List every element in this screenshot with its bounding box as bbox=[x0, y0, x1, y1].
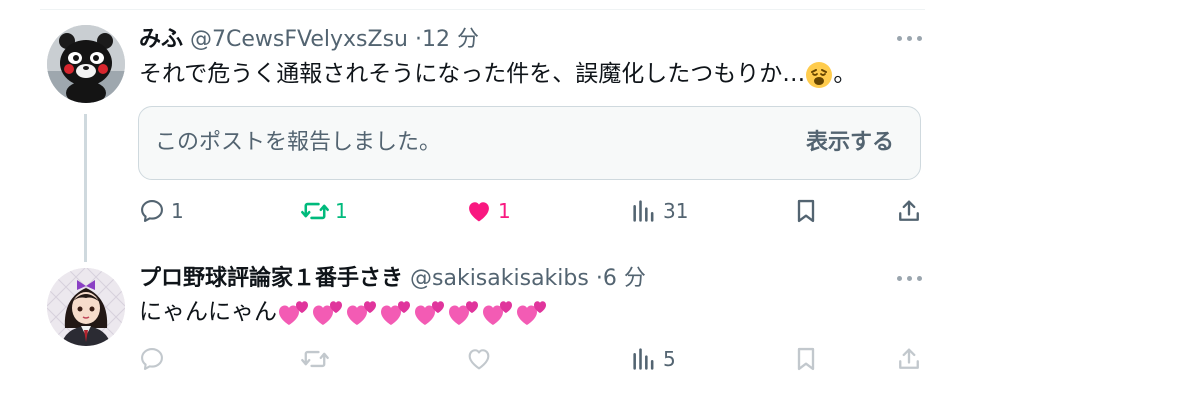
two-hearts-emoji-icon bbox=[517, 300, 546, 325]
view-count: 31 bbox=[663, 199, 689, 223]
post-text: にゃんにゃん bbox=[139, 295, 549, 329]
views-button[interactable]: 5 bbox=[630, 344, 676, 374]
share-button[interactable] bbox=[895, 196, 923, 226]
avatar[interactable] bbox=[47, 25, 125, 103]
like-count: 1 bbox=[498, 199, 511, 223]
share-icon bbox=[899, 200, 919, 221]
post-header: みふ @7CewsFVelyxsZsu ·12 分 bbox=[139, 25, 479, 55]
post-time[interactable]: 6 分 bbox=[603, 266, 646, 291]
views-button[interactable]: 31 bbox=[630, 196, 688, 226]
reply-icon bbox=[141, 348, 163, 370]
two-hearts-emoji-icon bbox=[279, 300, 308, 325]
repost-button[interactable]: 1 bbox=[300, 196, 348, 226]
post-text-body: それで危うく通報されそうになった件を、誤魔化したつもりか… bbox=[139, 61, 806, 87]
separator-dot: · bbox=[595, 266, 603, 291]
view-count: 5 bbox=[663, 347, 676, 371]
share-icon bbox=[899, 348, 919, 369]
like-button[interactable] bbox=[465, 344, 493, 374]
user-handle[interactable]: @7CewsFVelyxsZsu bbox=[190, 27, 408, 52]
display-name[interactable]: プロ野球評論家１番手さき bbox=[139, 266, 403, 291]
two-hearts-emoji-icon bbox=[415, 300, 444, 325]
more-icon[interactable] bbox=[895, 28, 925, 48]
top-divider bbox=[40, 0, 925, 10]
two-hearts-emoji-row bbox=[277, 299, 549, 325]
post-text: それで危うく通報されそうになった件を、誤魔化したつもりか… 。 bbox=[139, 57, 856, 91]
repost-icon bbox=[301, 350, 329, 368]
post-time[interactable]: 12 分 bbox=[422, 27, 479, 52]
separator-dot: · bbox=[415, 27, 422, 52]
two-hearts-emoji-icon bbox=[381, 300, 410, 325]
share-button[interactable] bbox=[895, 344, 923, 374]
weary-face-emoji-icon bbox=[806, 61, 833, 88]
like-button[interactable]: 1 bbox=[465, 196, 511, 226]
bookmark-icon bbox=[797, 347, 815, 371]
post-text-end: 。 bbox=[833, 61, 857, 87]
like-icon bbox=[468, 349, 490, 370]
views-icon bbox=[633, 200, 654, 222]
avatar[interactable] bbox=[47, 268, 125, 346]
reported-post-notice: このポストを報告しました。 表示する bbox=[138, 106, 921, 180]
avatar-bear-image bbox=[47, 25, 125, 103]
reply-button[interactable]: 1 bbox=[138, 196, 184, 226]
reported-notice-text: このポストを報告しました。 bbox=[155, 130, 442, 155]
bookmark-button[interactable] bbox=[792, 344, 820, 374]
bookmark-button[interactable] bbox=[792, 196, 820, 226]
user-handle[interactable]: @sakisakisakibs bbox=[410, 266, 589, 291]
more-icon[interactable] bbox=[895, 268, 925, 288]
post-text-body: にゃんにゃん bbox=[139, 299, 277, 325]
two-hearts-emoji-icon bbox=[483, 300, 512, 325]
thread-connector-line bbox=[84, 114, 87, 262]
reply-button[interactable] bbox=[138, 344, 166, 374]
repost-icon bbox=[301, 202, 329, 220]
avatar-girl-image bbox=[47, 268, 125, 346]
two-hearts-emoji-icon bbox=[449, 300, 478, 325]
bookmark-icon bbox=[797, 199, 815, 223]
reply-icon bbox=[141, 200, 163, 222]
display-name[interactable]: みふ bbox=[139, 27, 183, 52]
repost-button[interactable] bbox=[300, 344, 330, 374]
post-header: プロ野球評論家１番手さき @sakisakisakibs ·6 分 bbox=[139, 264, 646, 294]
two-hearts-emoji-icon bbox=[313, 300, 342, 325]
repost-count: 1 bbox=[335, 199, 348, 223]
show-post-button[interactable]: 表示する bbox=[806, 127, 894, 159]
two-hearts-emoji-icon bbox=[347, 300, 376, 325]
like-icon bbox=[469, 202, 489, 222]
views-icon bbox=[633, 348, 654, 370]
reply-count: 1 bbox=[171, 199, 184, 223]
